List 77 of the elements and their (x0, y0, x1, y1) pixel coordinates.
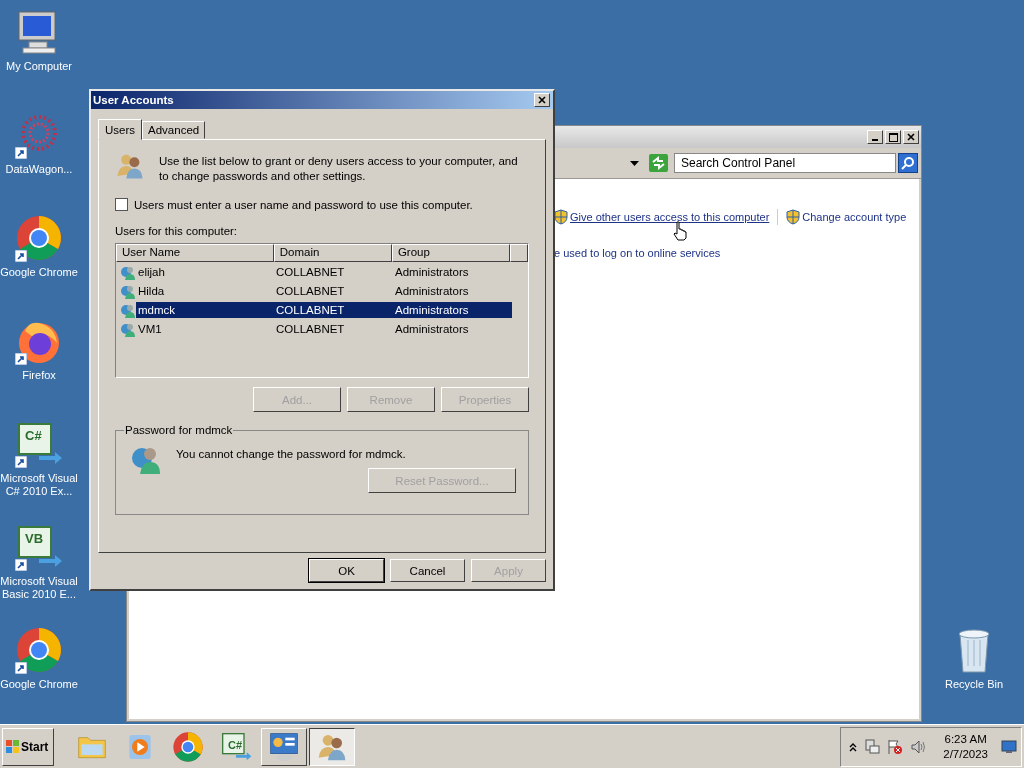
user-row[interactable]: Hilda COLLABNET Administrators (116, 281, 512, 300)
list-label: Users for this computer: (115, 225, 239, 237)
desktop-icon-label[interactable]: My Computer (0, 60, 78, 73)
shield-icon (786, 209, 801, 225)
desktop-icon-label[interactable]: DataWagon... (0, 163, 78, 176)
flag-icon (6, 739, 20, 754)
close-button[interactable] (903, 130, 919, 144)
intro-text: Use the list below to grant or deny users access to your computer, and to change passwords and other settings. (159, 154, 519, 184)
chrome-icon (15, 214, 63, 262)
table-cell: Administrators (392, 301, 512, 318)
close-icon (538, 96, 546, 104)
control-panel-icon (268, 730, 300, 763)
studio-icon (220, 730, 252, 763)
group-title: Password for mdmck (124, 424, 234, 436)
task-link[interactable]: Give other users access to this computer (570, 211, 770, 223)
desktop-icon-label[interactable]: Firefox (0, 369, 78, 382)
column-header[interactable]: User Name (116, 244, 274, 262)
table-cell-text: COLLABNET (275, 321, 346, 337)
table-cell-text: Administrators (394, 264, 470, 280)
table-cell-text: COLLABNET (275, 264, 346, 280)
user-row[interactable]: mdmck COLLABNET Administrators (116, 300, 512, 319)
close-button[interactable] (534, 93, 550, 107)
flag-error-icon[interactable] (887, 738, 904, 755)
table-cell-text: COLLABNET (275, 283, 346, 299)
maximize-icon (888, 132, 898, 142)
taskbar-app-button[interactable]: C# (213, 727, 259, 766)
column-header (510, 244, 528, 262)
show-desktop-icon[interactable] (1001, 739, 1017, 754)
user-row[interactable]: elijah COLLABNET Administrators (116, 262, 512, 281)
column-header[interactable]: Domain (273, 244, 392, 262)
dialog-button[interactable]: OK (309, 559, 384, 582)
table-cell: mdmck (136, 301, 273, 318)
search-icon (901, 156, 915, 170)
close-icon (907, 133, 915, 141)
minimize-button[interactable] (867, 130, 883, 144)
desktop-icon-label[interactable]: Recycle Bin (935, 678, 1013, 691)
window-title: User Accounts (93, 94, 174, 106)
task-link[interactable]: e used to log on to online services (554, 247, 721, 259)
desktop-icon-label[interactable]: Microsoft Visual Basic 2010 E... (0, 575, 78, 601)
table-cell-text: Administrators (394, 321, 470, 337)
icon-label: C# (25, 428, 42, 443)
network-icon[interactable] (864, 738, 881, 755)
table-cell-text: Hilda (137, 283, 166, 299)
chrome-icon (172, 730, 204, 763)
icon-label: C# (228, 738, 243, 751)
user-row[interactable]: VM1 COLLABNET Administrators (116, 319, 512, 338)
dropdown-arrow-icon[interactable] (630, 160, 639, 166)
search-button[interactable] (898, 153, 918, 173)
speaker-icon[interactable] (910, 738, 927, 755)
clock-time: 6:23 AM (944, 731, 987, 747)
desktop-icon-label[interactable]: Google Chrome (0, 678, 78, 691)
table-cell-text: elijah (137, 264, 166, 280)
checkbox-label[interactable]: Users must enter a user name and password to use this computer. (134, 198, 473, 211)
chrome-icon (15, 626, 63, 674)
password-message: You cannot change the password for mdmck. (176, 448, 406, 460)
clock-date: 2/7/2023 (943, 746, 988, 762)
table-cell-text: Administrators (394, 283, 470, 299)
start-button[interactable]: Start (2, 727, 54, 766)
shield-icon (554, 209, 568, 225)
tab[interactable]: Advanced (142, 121, 206, 139)
desktop-icon-label[interactable]: Google Chrome (0, 266, 78, 279)
table-cell-text: VM1 (137, 321, 163, 337)
maximize-button[interactable] (885, 130, 901, 144)
column-header[interactable]: Group (391, 244, 511, 262)
refresh-icon[interactable] (649, 154, 668, 172)
search-field[interactable]: Search Control Panel (674, 153, 896, 173)
checkbox[interactable] (115, 198, 128, 211)
taskbar-app-button[interactable] (309, 727, 355, 766)
icon-label: VB (25, 531, 44, 546)
tab[interactable]: Users (98, 119, 143, 140)
clock[interactable]: 6:23 AM 2/7/2023 (933, 731, 994, 762)
task-link[interactable]: Change account type (802, 211, 907, 223)
hand-cursor-icon (673, 221, 687, 241)
chevron-up-icon[interactable] (849, 741, 858, 752)
desktop-icon-label[interactable]: Microsoft Visual C# 2010 Ex... (0, 472, 78, 498)
table-cell: COLLABNET (273, 301, 392, 318)
dialog-button[interactable]: Cancel (390, 559, 465, 582)
